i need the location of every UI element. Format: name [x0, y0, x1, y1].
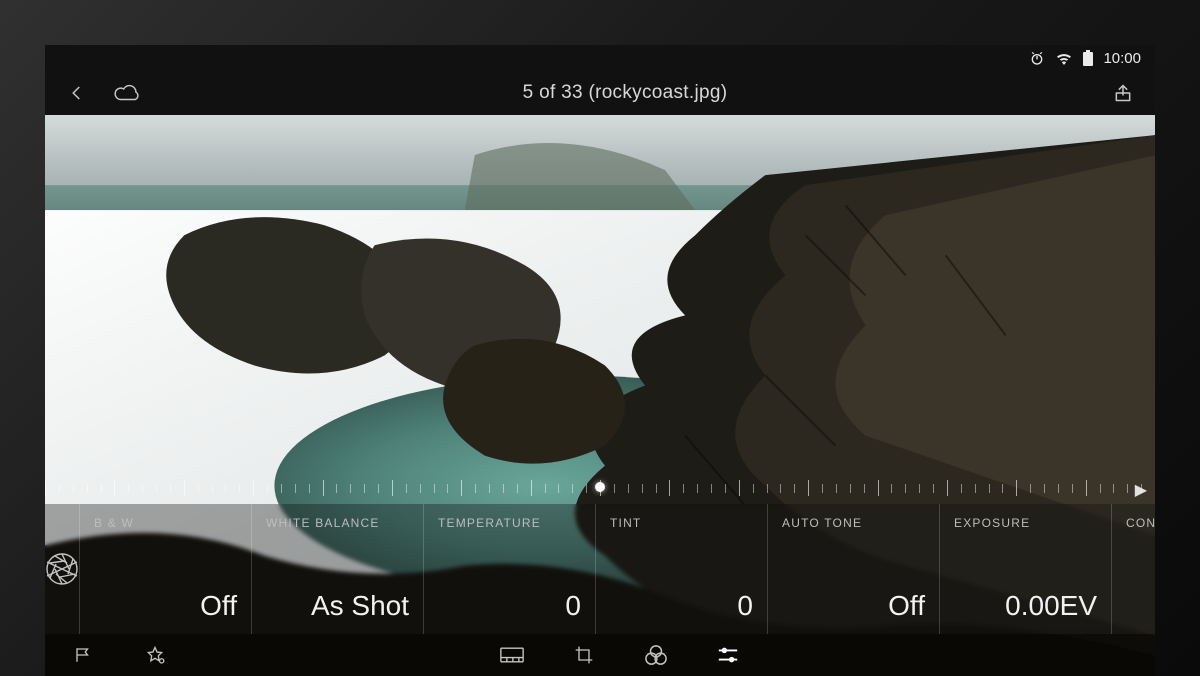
adjust-value: 0 [610, 592, 753, 620]
adjust-value: As Shot [266, 592, 409, 620]
app-screen: 10:00 5 of 33 (rockycoast.jpg) [45, 45, 1155, 676]
status-time: 10:00 [1103, 50, 1141, 67]
adjust-temperature[interactable]: TEMPERATURE 0 [424, 504, 596, 634]
adjust-label: B & W [94, 516, 237, 530]
flag-button[interactable] [69, 641, 97, 669]
adjust-label: AUTO TONE [782, 516, 925, 530]
adjust-label: TINT [610, 516, 753, 530]
presets-button[interactable] [642, 641, 670, 669]
adjust-tint[interactable]: TINT 0 [596, 504, 768, 634]
page-title: 5 of 33 (rockycoast.jpg) [141, 82, 1109, 104]
adjust-contrast[interactable]: CONTRAST [1112, 504, 1155, 634]
device-frame: 10:00 5 of 33 (rockycoast.jpg) [0, 0, 1200, 676]
adjust-button[interactable] [714, 641, 742, 669]
crop-button[interactable] [570, 641, 598, 669]
status-bar: 10:00 [45, 45, 1155, 71]
adjust-label: EXPOSURE [954, 516, 1097, 530]
adjust-label: WHITE BALANCE [266, 516, 409, 530]
alarm-icon [1029, 50, 1045, 66]
adjust-exposure[interactable]: EXPOSURE 0.00EV [940, 504, 1112, 634]
cloud-icon[interactable] [113, 79, 141, 107]
adjust-slider[interactable]: ▶ [45, 472, 1155, 504]
bottom-toolbar [45, 634, 1155, 676]
adjust-label: CONTRAST [1126, 516, 1155, 530]
adjust-white-balance[interactable]: WHITE BALANCE As Shot [252, 504, 424, 634]
adjust-value: Off [782, 592, 925, 620]
wifi-icon [1055, 51, 1073, 65]
filmstrip-button[interactable] [498, 641, 526, 669]
adjust-auto-tone[interactable]: AUTO TONE Off [768, 504, 940, 634]
title-bar: 5 of 33 (rockycoast.jpg) [45, 71, 1155, 115]
slider-next-icon[interactable]: ▶ [1135, 480, 1147, 500]
aperture-button[interactable] [45, 504, 80, 634]
image-viewport[interactable]: ▶ B & W Off WHITE BALANCE [45, 115, 1155, 676]
adjust-label: TEMPERATURE [438, 516, 581, 530]
adjust-bw[interactable]: B & W Off [80, 504, 252, 634]
slider-handle[interactable] [595, 482, 605, 492]
adjust-panel: B & W Off WHITE BALANCE As Shot TEMPERAT… [45, 504, 1155, 634]
adjust-value: Off [94, 592, 237, 620]
adjust-value: 0 [438, 592, 581, 620]
adjust-value: 0.00EV [954, 592, 1097, 620]
share-button[interactable] [1109, 79, 1137, 107]
star-button[interactable] [141, 641, 169, 669]
back-button[interactable] [63, 79, 91, 107]
battery-icon [1083, 50, 1093, 66]
aperture-icon [45, 552, 79, 586]
